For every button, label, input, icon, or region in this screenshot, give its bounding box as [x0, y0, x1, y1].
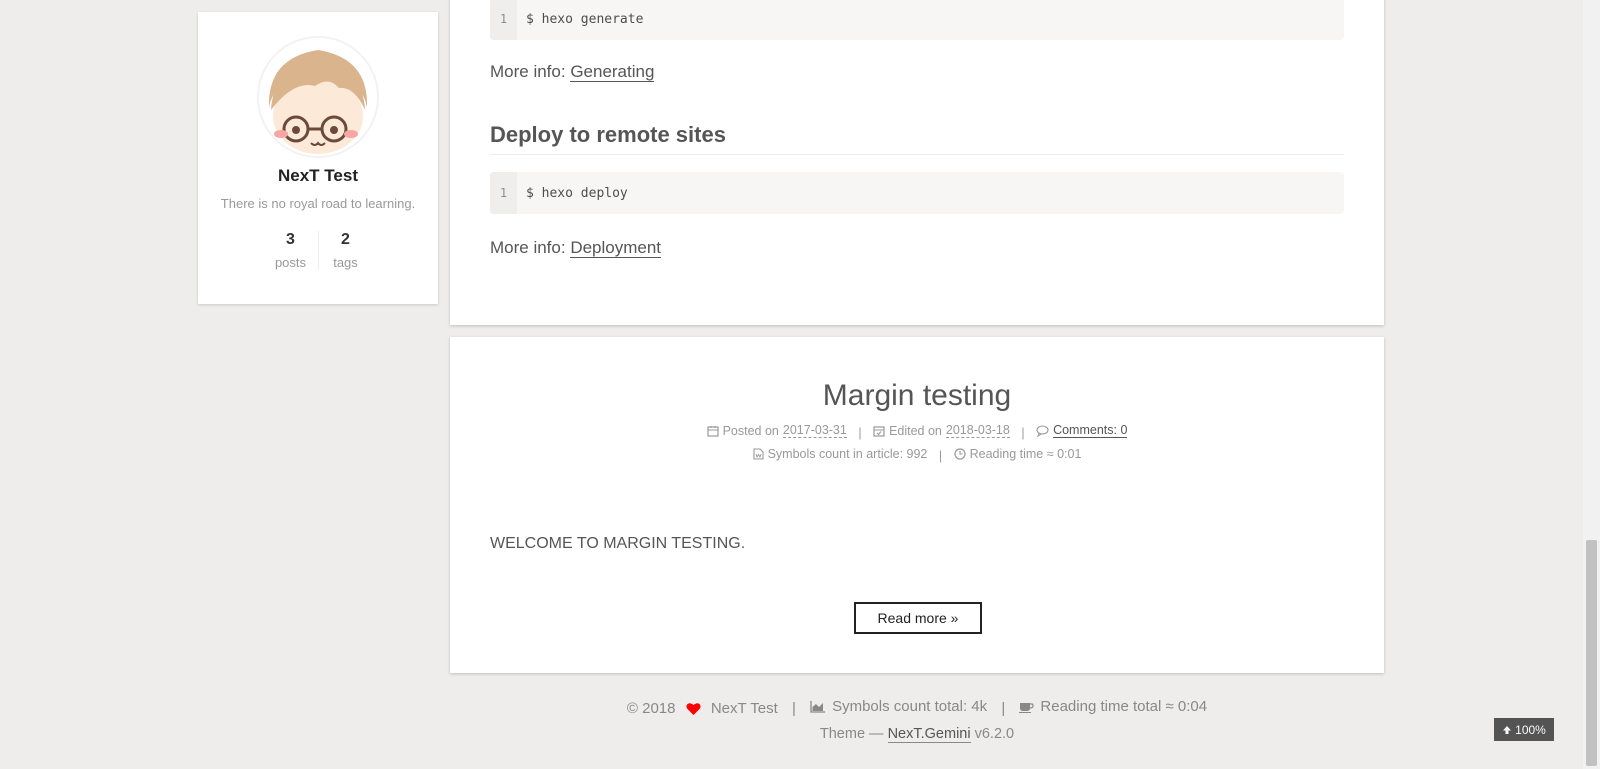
generating-link[interactable]: Generating — [570, 62, 655, 82]
area-chart-icon — [810, 701, 826, 713]
meta-separator: | — [938, 449, 943, 463]
author-name: NexT Test — [278, 166, 358, 185]
post-meta-row-1: Posted on 2017-03-31 | Edited on 2018-03… — [450, 423, 1384, 440]
meta-separator: | — [858, 425, 862, 440]
reading-total: Reading time total ≈ 0:04 — [1019, 698, 1207, 715]
theme-version: v6.2.0 — [974, 726, 1015, 742]
stat-tags[interactable]: 2 tags — [317, 231, 373, 270]
stat-tags-count: 2 — [341, 231, 350, 248]
posted-date: 2017-03-31 — [782, 423, 847, 438]
post-excerpt: WELCOME TO MARGIN TESTING. — [490, 535, 746, 552]
comments-link[interactable]: Comments: 0 — [1053, 423, 1128, 438]
back-to-top-button[interactable]: 100% — [1494, 718, 1554, 741]
footer-line-2: Theme — NexT.Gemini v6.2.0 — [450, 726, 1384, 743]
footer-separator: | — [1001, 700, 1006, 717]
footer-separator: | — [792, 700, 796, 717]
line-number: 1 — [490, 172, 517, 214]
author-motto: There is no royal road to learning. — [220, 196, 416, 211]
more-info-deployment: More info: Deployment — [490, 238, 662, 258]
more-info-prefix: More info: — [490, 238, 571, 257]
stat-posts-count: 3 — [286, 231, 295, 248]
meta-separator: | — [1021, 425, 1025, 440]
post-title[interactable]: Margin testing — [450, 379, 1384, 413]
heading-deploy: Deploy to remote sites — [490, 122, 1344, 155]
edited-date: 2018-03-18 — [945, 423, 1010, 438]
file-word-icon — [753, 448, 764, 460]
code-line: $ hexo generate — [526, 11, 644, 27]
deployment-link[interactable]: Deployment — [570, 238, 662, 258]
code-block-generate: 1 $ hexo generate — [490, 0, 1344, 40]
calendar-check-icon — [873, 425, 885, 437]
scrollbar-thumb[interactable] — [1586, 540, 1597, 766]
post-meta-row-2: Symbols count in article: 992 | Reading … — [450, 447, 1384, 463]
post-card-previous: 1 $ hexo generate More info: Generating … — [450, 0, 1384, 325]
calendar-icon — [706, 425, 719, 437]
sidebar-author-card: NexT Test There is no royal road to lear… — [198, 12, 438, 304]
more-info-prefix: More info: — [490, 62, 571, 81]
symbols-count: Symbols count in article: 992 — [753, 447, 928, 461]
code-block-deploy: 1 $ hexo deploy — [490, 172, 1344, 214]
stat-posts[interactable]: 3 posts — [264, 231, 318, 270]
theme-prefix: Theme — — [819, 726, 884, 742]
theme-link[interactable]: NexT.Gemini — [887, 726, 971, 743]
edited-on: Edited on 2018-03-18 — [873, 423, 1010, 438]
reading-total-text: Reading time total ≈ 0:04 — [1040, 698, 1208, 715]
page-scrollbar[interactable] — [1583, 0, 1600, 769]
heart-icon — [686, 703, 701, 716]
stat-posts-label: posts — [274, 255, 307, 270]
stat-tags-label: tags — [333, 255, 358, 270]
footer-author: NexT Test — [710, 700, 778, 717]
reading-time-text: Reading time ≈ 0:01 — [969, 447, 1082, 461]
author-avatar — [257, 36, 379, 158]
clock-icon — [954, 448, 966, 460]
edited-label: Edited on — [889, 423, 942, 438]
symbols-total-text: Symbols count total: 4k — [832, 698, 988, 715]
code-line: $ hexo deploy — [526, 185, 628, 201]
site-stats: 3 posts 2 tags — [198, 231, 438, 270]
coffee-icon — [1019, 703, 1035, 713]
more-info-generating: More info: Generating — [490, 62, 655, 82]
avatar-illustration — [259, 38, 377, 156]
arrow-up-icon — [1503, 725, 1512, 734]
symbols-count-text: Symbols count in article: 992 — [767, 447, 928, 461]
symbols-total: Symbols count total: 4k — [810, 698, 987, 715]
read-more-button[interactable]: Read more » — [854, 602, 982, 634]
copyright: © 2018 — [626, 700, 676, 717]
posted-on: Posted on 2017-03-31 — [706, 423, 847, 438]
reading-time: Reading time ≈ 0:01 — [954, 447, 1082, 461]
line-number: 1 — [490, 0, 517, 40]
comment-icon — [1036, 424, 1049, 437]
comments: Comments: 0 — [1036, 423, 1128, 438]
footer-line-1: © 2018 NexT Test | Symbols count total: … — [450, 698, 1384, 717]
posted-label: Posted on — [722, 423, 779, 438]
scroll-percent: 100% — [1515, 722, 1546, 737]
post-card-margin-testing: Margin testing Posted on 2017-03-31 | Ed… — [450, 337, 1384, 673]
